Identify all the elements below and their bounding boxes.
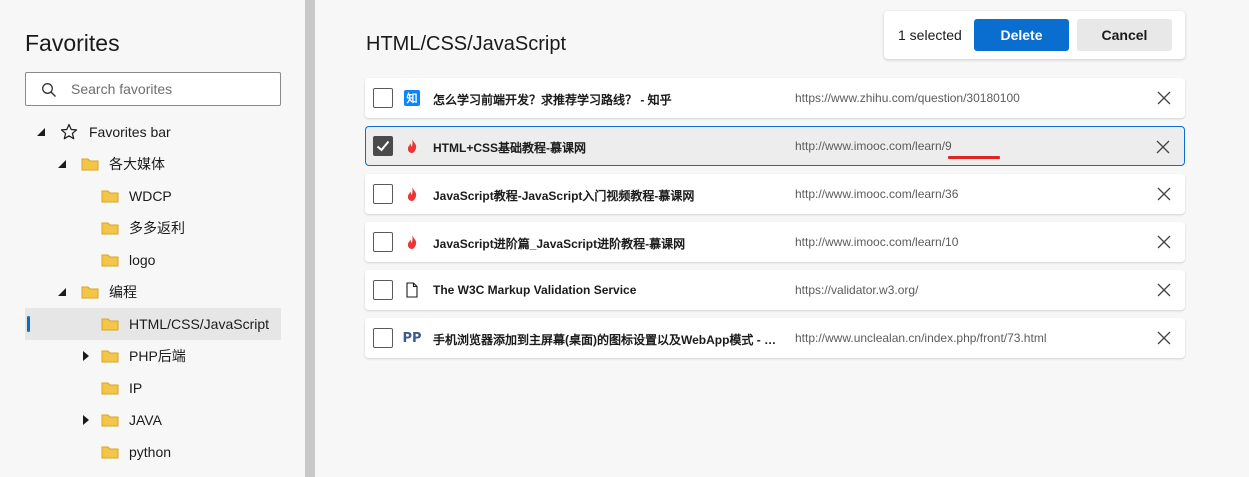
sidebar-title: Favorites <box>25 30 120 56</box>
remove-icon[interactable] <box>1157 91 1171 105</box>
tree-item-label: IP <box>129 380 143 396</box>
star-icon <box>60 123 78 140</box>
row-checkbox[interactable] <box>373 88 393 108</box>
tree-item-programming-folder[interactable]: 编程 <box>25 276 281 308</box>
favorite-row[interactable]: 知 怎么学习前端开发？求推荐学习路线？ - 知乎 https://www.zhi… <box>365 78 1185 118</box>
favorite-url: http://www.imooc.com/learn/9 <box>795 139 952 153</box>
row-checkbox[interactable] <box>373 280 393 300</box>
remove-icon[interactable] <box>1157 187 1171 201</box>
tree-item-label: Favorites bar <box>89 124 171 140</box>
tree-item-label: 多多返利 <box>129 220 185 236</box>
tree-item-html-css-js[interactable]: HTML/CSS/JavaScript <box>25 308 281 340</box>
favorite-title: HTML+CSS基础教程-慕课网 <box>433 141 587 155</box>
tree-item-java[interactable]: JAVA <box>25 404 281 436</box>
tree-item-label: WDCP <box>129 188 172 204</box>
tree-item-label: logo <box>129 252 156 268</box>
favorite-title: 怎么学习前端开发？求推荐学习路线？ - 知乎 <box>433 93 672 107</box>
folder-icon <box>101 382 119 395</box>
folder-icon <box>101 318 119 331</box>
favorite-url: http://www.imooc.com/learn/10 <box>795 235 959 249</box>
collapsed-arrow-icon[interactable] <box>81 415 91 425</box>
search-icon <box>42 83 56 97</box>
expanded-arrow-icon[interactable] <box>37 127 47 137</box>
favorites-sidebar: Favorites Favorites bar 各大媒体 WDCP 多多返利 l… <box>0 0 305 477</box>
page-icon <box>404 282 420 298</box>
expanded-arrow-icon[interactable] <box>58 159 68 169</box>
folder-icon <box>101 222 119 235</box>
favorite-title: 手机浏览器添加到主屏幕(桌面)的图标设置以及WebApp模式 - 铭… <box>433 333 788 347</box>
remove-icon[interactable] <box>1157 283 1171 297</box>
tree-item-duoduo[interactable]: 多多返利 <box>25 212 281 244</box>
zhihu-icon: 知 <box>404 90 420 106</box>
tree-item-media-folder[interactable]: 各大媒体 <box>25 148 281 180</box>
tree-item-python[interactable]: python <box>25 436 281 468</box>
annotation-underline <box>948 156 1000 159</box>
favorite-title: The W3C Markup Validation Service <box>433 283 637 297</box>
tree-item-label: PHP后端 <box>129 348 186 364</box>
favorite-row-selected[interactable]: HTML+CSS基础教程-慕课网 http://www.imooc.com/le… <box>365 126 1185 166</box>
row-checkbox[interactable] <box>373 184 393 204</box>
search-box[interactable] <box>25 72 281 106</box>
collapsed-arrow-icon[interactable] <box>81 351 91 361</box>
tree-item-favorites-bar[interactable]: Favorites bar <box>25 116 281 148</box>
favorite-url: http://www.imooc.com/learn/36 <box>795 187 959 201</box>
favorite-url: https://validator.w3.org/ <box>795 283 919 297</box>
tree-item-label: JAVA <box>129 412 162 428</box>
selected-count: 1 selected <box>898 27 962 43</box>
favorite-row[interactable]: JavaScript进阶篇_JavaScript进阶教程-慕课网 http://… <box>365 222 1185 262</box>
folder-icon <box>101 446 119 459</box>
imooc-flame-icon <box>404 138 420 154</box>
cancel-button[interactable]: Cancel <box>1077 19 1172 51</box>
zhihu-icon-glyph: 知 <box>404 90 420 106</box>
remove-icon[interactable] <box>1156 140 1170 154</box>
tree-item-logo[interactable]: logo <box>25 244 281 276</box>
folder-icon <box>101 190 119 203</box>
folder-icon <box>101 254 119 267</box>
favorite-row[interactable]: The W3C Markup Validation Service https:… <box>365 270 1185 310</box>
favorite-url: https://www.zhihu.com/question/30180100 <box>795 91 1020 105</box>
imooc-flame-icon <box>404 186 420 202</box>
folder-icon <box>101 414 119 427</box>
expanded-arrow-icon[interactable] <box>58 287 68 297</box>
pp-icon: PP <box>402 330 422 346</box>
remove-icon[interactable] <box>1157 331 1171 345</box>
tree-item-ip[interactable]: IP <box>25 372 281 404</box>
row-checkbox-checked[interactable] <box>373 136 393 156</box>
pane-splitter[interactable] <box>305 0 315 477</box>
search-input[interactable] <box>71 73 271 105</box>
folder-icon <box>101 350 119 363</box>
row-checkbox[interactable] <box>373 328 393 348</box>
tree-item-label: HTML/CSS/JavaScript <box>129 316 270 332</box>
favorite-row[interactable]: JavaScript教程-JavaScript入门视频教程-慕课网 http:/… <box>365 174 1185 214</box>
favorite-row[interactable]: PP 手机浏览器添加到主屏幕(桌面)的图标设置以及WebApp模式 - 铭… h… <box>365 318 1185 358</box>
favorite-title: JavaScript进阶篇_JavaScript进阶教程-慕课网 <box>433 237 686 251</box>
selection-action-bar: 1 selected Delete Cancel <box>884 11 1185 59</box>
checkmark-icon <box>376 140 390 152</box>
pp-icon-glyph: PP <box>402 330 422 346</box>
folder-icon <box>81 286 99 299</box>
folder-title: HTML/CSS/JavaScript <box>366 33 567 55</box>
imooc-flame-icon <box>404 234 420 250</box>
tree-item-php[interactable]: PHP后端 <box>25 340 281 372</box>
row-checkbox[interactable] <box>373 232 393 252</box>
tree-item-label: python <box>129 444 172 460</box>
folder-icon <box>81 158 99 171</box>
remove-icon[interactable] <box>1157 235 1171 249</box>
tree-item-label: 编程 <box>109 284 137 300</box>
tree-item-label: 各大媒体 <box>109 156 165 172</box>
favorite-title: JavaScript教程-JavaScript入门视频教程-慕课网 <box>433 189 695 203</box>
delete-button[interactable]: Delete <box>974 19 1069 51</box>
favorite-url: http://www.unclealan.cn/index.php/front/… <box>795 331 1047 345</box>
tree-item-wdcp[interactable]: WDCP <box>25 180 281 212</box>
